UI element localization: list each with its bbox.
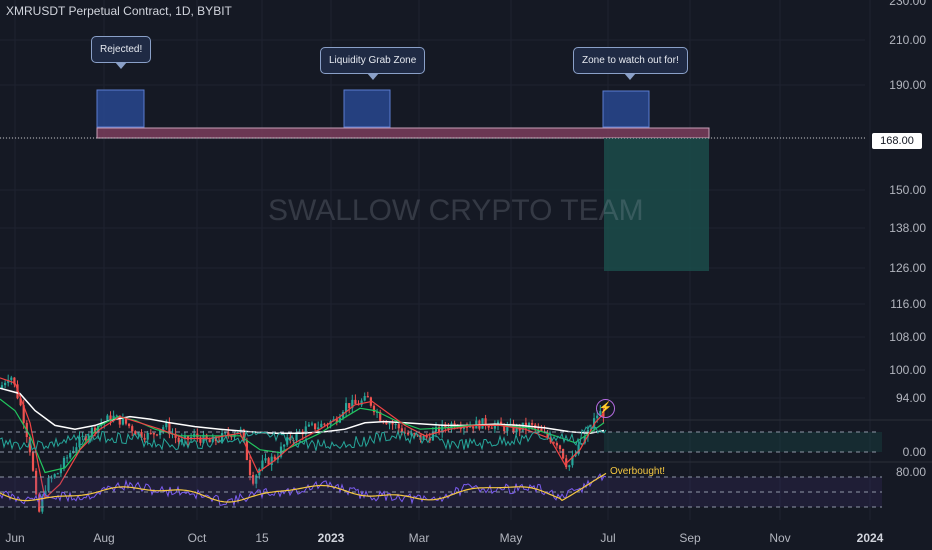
time-axis-label: Aug	[93, 531, 114, 545]
time-axis-label: Sep	[679, 531, 701, 545]
callout-rejected[interactable]: Rejected!	[91, 36, 152, 69]
candle-body[interactable]	[562, 449, 565, 459]
time-axis-label: Oct	[188, 531, 207, 545]
candle-body[interactable]	[75, 447, 78, 451]
candle-body[interactable]	[366, 396, 369, 398]
chart-stage[interactable]: 230.00 210.00 190.00 150.00 138.00 126.00 116.…	[0, 0, 932, 550]
candle-body[interactable]	[317, 427, 320, 430]
overbought-label: Overbought!	[610, 466, 666, 477]
candle-body[interactable]	[221, 433, 224, 442]
time-axis-label: 2023	[318, 531, 345, 545]
candle-body[interactable]	[363, 396, 366, 401]
candle-body[interactable]	[397, 424, 400, 429]
candle-body[interactable]	[149, 432, 152, 434]
time-axis-label: Jul	[600, 531, 615, 545]
candle-body[interactable]	[131, 426, 134, 432]
time-axis-label: 15	[255, 531, 269, 545]
candle-body[interactable]	[261, 460, 264, 469]
last-price-tag: 168.00	[872, 133, 922, 149]
candle-body[interactable]	[487, 425, 490, 428]
resistance-zone[interactable]	[96, 127, 710, 139]
candle-body[interactable]	[0, 385, 4, 389]
candle-body[interactable]	[490, 427, 493, 429]
candle-body[interactable]	[323, 423, 326, 425]
price-axis-label: 100.00	[889, 363, 926, 377]
highlight-box-rejected[interactable]	[96, 89, 145, 128]
price-axis-label: 150.00	[889, 183, 926, 197]
candle-body[interactable]	[434, 427, 438, 432]
candle-body[interactable]	[481, 418, 484, 429]
highlight-box-liquidity[interactable]	[343, 89, 391, 128]
candle-body[interactable]	[555, 443, 558, 446]
candle-body[interactable]	[208, 439, 211, 443]
candle-body[interactable]	[320, 423, 323, 428]
rsi-panel	[0, 472, 882, 508]
candle-body[interactable]	[165, 422, 168, 428]
price-axis: 230.00 210.00 190.00 150.00 138.00 126.00 116.…	[889, 0, 926, 479]
candle-body[interactable]	[310, 423, 314, 425]
time-axis-label: 2024	[857, 531, 884, 545]
candle-body[interactable]	[472, 426, 475, 429]
price-axis-label: 138.00	[889, 221, 926, 235]
candle-body[interactable]	[10, 377, 13, 380]
price-axis-label: 210.00	[889, 33, 926, 47]
price-axis-label: 108.00	[889, 330, 926, 344]
callout-watch-zone[interactable]: Zone to watch out for!	[573, 47, 688, 80]
candle-body[interactable]	[354, 399, 357, 404]
callout-liquidity-grab[interactable]: Liquidity Grab Zone	[320, 47, 426, 80]
candle-body[interactable]	[596, 415, 599, 419]
chart-canvas[interactable]: 230.00210.00190.00150.00138.00126.00116.…	[0, 0, 932, 550]
lightning-bolt-icon[interactable]: ⚡	[596, 399, 615, 418]
price-axis-label: 116.00	[890, 297, 926, 311]
time-axis: Jun Aug Oct 15 2023 Mar May Jul Sep Nov 2024	[5, 531, 883, 545]
candle-body[interactable]	[56, 473, 59, 475]
candle-body[interactable]	[531, 423, 534, 425]
chart-title: XMRUSDT Perpetual Contract, 1D, BYBIT	[6, 4, 232, 18]
candle-body[interactable]	[394, 424, 397, 426]
candle-body[interactable]	[348, 403, 351, 409]
candle-body[interactable]	[283, 444, 286, 447]
candle-body[interactable]	[391, 422, 394, 425]
time-axis-label: Mar	[409, 531, 430, 545]
candle-body[interactable]	[4, 382, 7, 386]
osc-axis-label: 0.00	[903, 445, 927, 459]
candle-body[interactable]	[62, 457, 66, 469]
candle-body[interactable]	[128, 423, 131, 427]
candle-body[interactable]	[31, 452, 35, 471]
candle-body[interactable]	[66, 457, 69, 459]
price-axis-label: 230.00	[889, 0, 926, 8]
ma-green[interactable]	[0, 398, 605, 474]
candle-body[interactable]	[568, 465, 571, 468]
candle-body[interactable]	[407, 432, 410, 435]
candle-body[interactable]	[537, 428, 540, 430]
candle-body[interactable]	[450, 423, 453, 429]
candle-body[interactable]	[81, 435, 84, 437]
candle-body[interactable]	[307, 424, 310, 427]
price-axis-label: 126.00	[889, 261, 926, 275]
candle-body[interactable]	[152, 433, 155, 435]
highlight-box-watch[interactable]	[602, 90, 650, 128]
price-axis-label: 94.00	[896, 391, 926, 405]
candle-body[interactable]	[69, 453, 72, 458]
candle-body[interactable]	[143, 437, 146, 440]
watermark: SWALLOW CRYPTO TEAM	[268, 194, 644, 227]
time-axis-label: Nov	[769, 531, 790, 545]
candle-body[interactable]	[558, 445, 562, 450]
candle-body[interactable]	[146, 432, 149, 440]
candle-body[interactable]	[425, 436, 428, 438]
candle-body[interactable]	[248, 460, 252, 475]
candle-body[interactable]	[314, 423, 317, 430]
candle-body[interactable]	[388, 422, 391, 425]
time-axis-label: May	[500, 531, 523, 545]
candle-body[interactable]	[372, 405, 376, 413]
time-axis-label: Jun	[5, 531, 24, 545]
candle-body[interactable]	[155, 434, 159, 436]
candle-body[interactable]	[264, 458, 267, 461]
rsi-axis-label: 80.00	[896, 465, 926, 479]
candle-body[interactable]	[121, 418, 124, 425]
price-axis-label: 190.00	[889, 78, 926, 92]
candle-body[interactable]	[224, 432, 227, 434]
